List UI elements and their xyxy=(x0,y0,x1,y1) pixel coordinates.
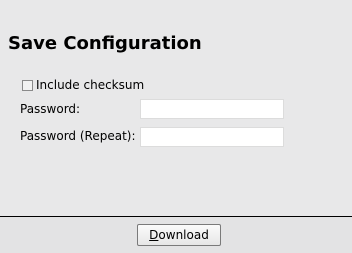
download-button[interactable]: Download xyxy=(137,224,221,246)
include-checksum-checkbox[interactable] xyxy=(22,79,33,91)
download-button-label: ownload xyxy=(158,228,209,242)
include-checksum-option[interactable]: Include checksum xyxy=(22,78,144,92)
password-repeat-label: Password (Repeat): xyxy=(20,129,136,143)
include-checksum-label: Include checksum xyxy=(36,78,145,92)
download-button-mnemonic: D xyxy=(149,228,159,242)
password-repeat-field[interactable] xyxy=(140,127,284,147)
password-label: Password: xyxy=(20,102,81,116)
password-field[interactable] xyxy=(140,99,284,119)
dialog-title: Save Configuration xyxy=(8,33,202,54)
